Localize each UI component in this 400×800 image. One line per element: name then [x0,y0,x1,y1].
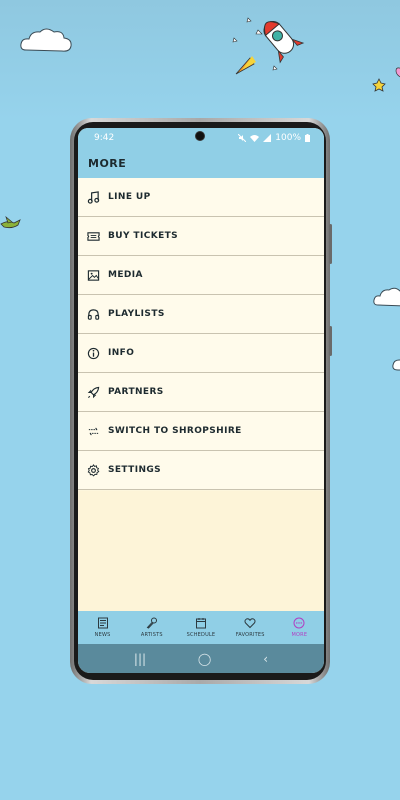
menu-item-media[interactable]: MEDIA [78,256,324,295]
nav-label: FAVORITES [235,632,265,638]
menu-item-buy-tickets[interactable]: BUY TICKETS [78,217,324,256]
nav-label: ARTISTS [140,632,163,638]
nav-label: SCHEDULE [186,632,216,638]
rocket-decoration [232,17,305,75]
menu-item-info[interactable]: INFO [78,334,324,373]
menu-item-label: LINE UP [108,192,151,202]
nav-item-artists[interactable]: ARTISTS [128,617,176,638]
nav-label: MORE [291,632,308,638]
page-title: MORE [88,156,127,170]
ticket-icon [86,229,100,243]
empty-content-area [78,491,324,611]
microphone-icon [146,617,157,629]
system-navigation-bar: ||| ◯ ‹ [78,644,324,673]
menu-item-label: SWITCH TO SHROPSHIRE [108,426,242,436]
wifi-icon [250,135,260,142]
menu-item-settings[interactable]: SETTINGS [78,451,324,490]
battery-icon [305,134,310,142]
power-button [329,326,332,356]
menu-item-label: MEDIA [108,270,143,280]
app-screen: 9:42 100% MORE LINE UP BUY TICKETS MEDIA… [78,128,324,673]
star-decoration [372,78,386,92]
volume-button [329,224,332,264]
bottom-navigation: NEWS ARTISTS SCHEDULE FAVORITES MORE [78,611,324,644]
recent-apps-icon[interactable]: ||| [134,652,146,666]
info-icon [86,346,100,360]
switch-icon [86,424,100,438]
gear-icon [86,463,100,477]
news-icon [97,617,108,629]
nav-item-favorites[interactable]: FAVORITES [226,617,274,638]
back-icon[interactable]: ‹ [263,652,268,666]
nav-label: NEWS [94,632,111,638]
calendar-icon [195,618,206,629]
cloud-decoration [392,359,400,371]
nav-item-more[interactable]: MORE [275,617,323,638]
more-icon [293,617,305,629]
menu-item-label: PARTNERS [108,387,164,397]
battery-level: 100% [275,133,301,143]
status-time: 9:42 [94,133,115,143]
menu-item-line-up[interactable]: LINE UP [78,178,324,217]
nav-item-news[interactable]: NEWS [79,617,127,638]
bird-decoration [0,216,21,229]
app-bar: MORE [78,148,324,178]
cloud-decoration [373,287,400,307]
front-camera [195,131,205,141]
more-menu: LINE UP BUY TICKETS MEDIA PLAYLISTS INFO [78,178,324,490]
music-note-icon [86,190,100,204]
menu-item-label: BUY TICKETS [108,231,179,241]
menu-item-label: INFO [108,348,135,358]
mute-icon [238,134,247,142]
heart-icon [244,618,256,629]
signal-icon [263,134,272,142]
home-icon[interactable]: ◯ [198,652,211,666]
menu-item-switch-to-shropshire[interactable]: SWITCH TO SHROPSHIRE [78,412,324,451]
menu-item-label: PLAYLISTS [108,309,165,319]
cloud-decoration [20,28,72,52]
headphones-icon [86,307,100,321]
image-icon [86,268,100,282]
menu-item-partners[interactable]: PARTNERS [78,373,324,412]
menu-item-label: SETTINGS [108,465,162,475]
nav-item-schedule[interactable]: SCHEDULE [177,617,225,638]
rocket-icon [86,385,100,399]
heart-decoration [395,67,400,78]
menu-item-playlists[interactable]: PLAYLISTS [78,295,324,334]
